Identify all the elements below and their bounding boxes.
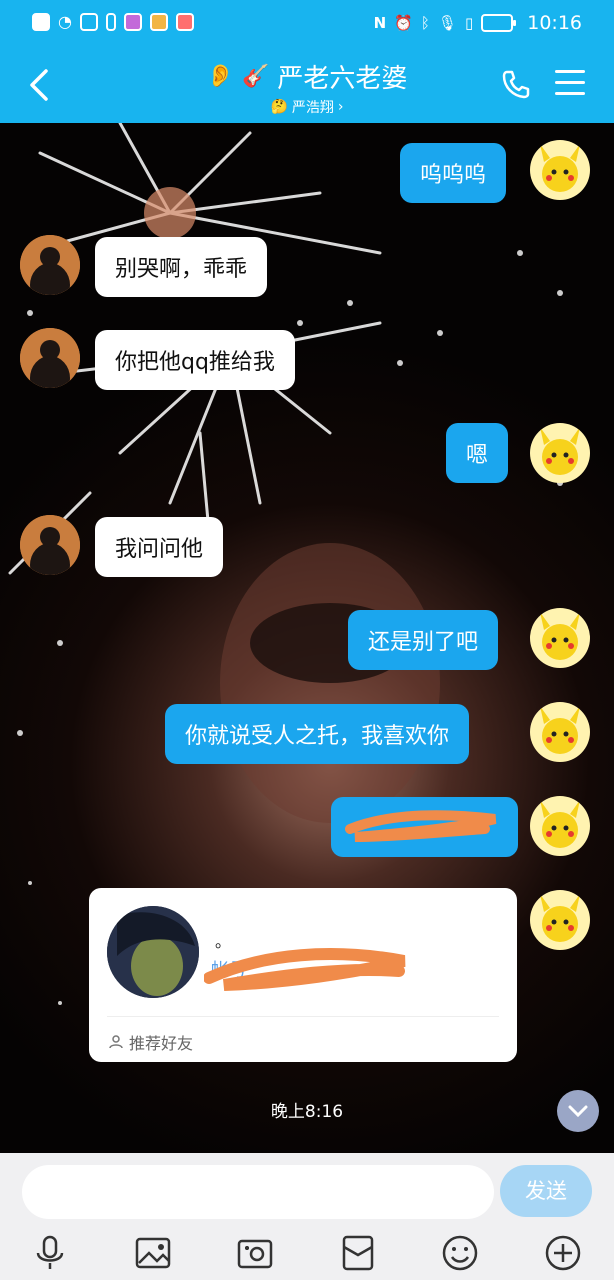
microphone-icon[interactable]	[30, 1233, 70, 1273]
card-footer: 推荐好友	[109, 1030, 193, 1054]
send-button[interactable]: 发送	[500, 1165, 592, 1217]
chat-header: ◔ N ⏰ ᛒ 🎙 ▯ 10:16 👂 🎸 严老六老婆 🤔 严浩翔 ›	[0, 0, 614, 123]
camera-icon[interactable]	[235, 1233, 275, 1273]
redaction-scribble	[204, 948, 406, 991]
redacted-message-bubble[interactable]	[331, 797, 518, 857]
chat-title-area[interactable]: 👂 🎸 严老六老婆 🤔 严浩翔 ›	[170, 58, 444, 117]
scroll-down-button[interactable]	[557, 1090, 599, 1132]
book-app-icon	[175, 12, 194, 31]
contact-avatar[interactable]	[20, 515, 80, 575]
title-emoji: 🎸	[241, 64, 270, 89]
wifi-icon: ◔	[58, 12, 72, 31]
message-bubble-them[interactable]: 我问问他	[95, 517, 224, 577]
message-bubble-me[interactable]: 你就说受人之托，我喜欢你	[165, 704, 470, 764]
music-app-icon	[123, 12, 142, 31]
redaction-scribble	[345, 810, 497, 842]
plus-icon[interactable]	[543, 1233, 583, 1273]
microphone-status-icon: 🎙	[437, 14, 457, 32]
ear-icon[interactable]: 👂	[207, 64, 234, 89]
menu-button[interactable]	[555, 70, 585, 103]
sim-icon	[105, 12, 116, 31]
phone-call-icon[interactable]	[500, 68, 532, 100]
bluetooth-icon: ᛒ	[420, 14, 430, 32]
page-subtitle[interactable]: 严浩翔	[292, 97, 334, 117]
image-icon[interactable]	[133, 1233, 173, 1273]
my-avatar[interactable]	[530, 890, 590, 950]
contact-avatar[interactable]	[20, 235, 80, 295]
message-bubble-me[interactable]: 嗯	[446, 423, 509, 483]
message-bubble-them[interactable]: 别哭啊，乖乖	[95, 237, 268, 297]
my-avatar[interactable]	[530, 702, 590, 762]
input-toolbar	[0, 1229, 614, 1279]
back-button[interactable]	[28, 68, 50, 108]
subtitle-emoji: 🤔	[270, 99, 288, 115]
page-title: 严老六老婆	[277, 64, 408, 94]
notification-icon	[32, 12, 50, 31]
alarm-icon: ⏰	[394, 14, 413, 32]
card-divider	[107, 1016, 499, 1017]
card-avatar	[107, 906, 199, 998]
message-timestamp: 晚上8:16	[270, 1102, 344, 1122]
input-area: 发送	[0, 1153, 614, 1280]
my-avatar[interactable]	[530, 423, 590, 483]
message-bubble-them[interactable]: 你把他qq推给我	[95, 330, 295, 390]
chevron-down-icon	[568, 1105, 588, 1118]
contact-avatar[interactable]	[20, 328, 80, 388]
status-bar: ◔ N ⏰ ᛒ 🎙 ▯ 10:16	[0, 0, 614, 46]
person-icon	[109, 1035, 123, 1049]
chevron-right-icon: ›	[337, 99, 344, 115]
my-avatar[interactable]	[530, 796, 590, 856]
app-icon	[149, 12, 168, 31]
emoji-icon[interactable]	[440, 1233, 480, 1273]
battery-icon	[481, 14, 517, 32]
nfc-icon: N	[373, 14, 387, 32]
my-avatar[interactable]	[530, 608, 590, 668]
video-icon	[79, 12, 98, 31]
contact-card[interactable]: 。 帐号 推荐好友	[89, 888, 517, 1062]
message-bubble-me[interactable]: 还是别了吧	[348, 610, 499, 670]
vibrate-icon: ▯	[464, 14, 474, 32]
status-time: 10:16	[527, 12, 582, 34]
message-bubble-me[interactable]: 呜呜呜	[400, 143, 507, 203]
red-envelope-icon[interactable]	[338, 1233, 378, 1273]
my-avatar[interactable]	[530, 140, 590, 200]
message-input[interactable]	[22, 1165, 494, 1219]
